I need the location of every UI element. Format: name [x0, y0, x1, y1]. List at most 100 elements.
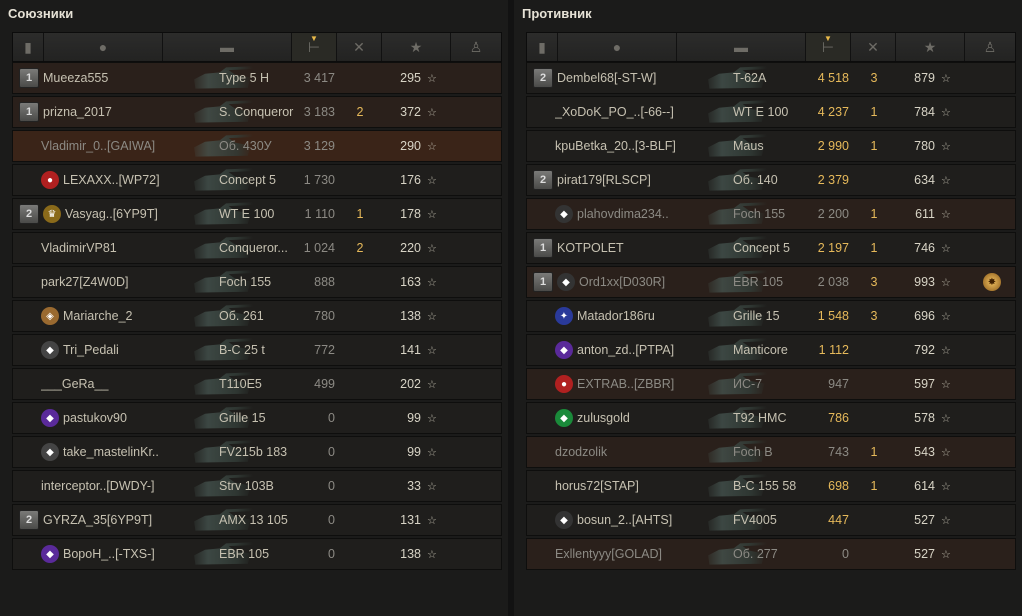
xp-value: 33: [407, 479, 421, 493]
player-row[interactable]: ◆ zulusgold T92 HMC 786 578 ☆: [526, 402, 1016, 434]
player-name: EXTRAB..[ZBBR]: [577, 377, 675, 391]
player-name: Vasyag..[6YP9T]: [65, 207, 158, 221]
xp-column-header[interactable]: ★: [382, 33, 451, 61]
kills-value: 1: [870, 139, 878, 153]
player-row[interactable]: ◆ take_mastelinKr.. FV215b 183 0 99 ☆: [12, 436, 502, 468]
xp-value: 138: [400, 547, 421, 561]
xp-value: 202: [400, 377, 421, 391]
player-row[interactable]: ● LEXAXX..[WP72] Concept 5 1 730 176 ☆: [12, 164, 502, 196]
player-row[interactable]: Exllentyyy[GOLAD] Об. 277 0 527 ☆: [526, 538, 1016, 570]
player-row[interactable]: 1 prizna_2017 S. Conqueror 3 183 2 372 ☆: [12, 96, 502, 128]
enemies-panel: Противник ▮ ● ▬ ▼ ⊢ ✕ ★ ♙ 2 Dembel68[-ST-W…: [514, 0, 1022, 616]
player-row[interactable]: ◆ plahovdima234.. Foch 155 2 200 1 611 ☆: [526, 198, 1016, 230]
player-row[interactable]: ✦ Matador186ru Grille 15 1 548 3 696 ☆: [526, 300, 1016, 332]
damage-value: 3 183: [303, 105, 335, 119]
player-column-header[interactable]: ●: [558, 33, 677, 61]
medal-column-header[interactable]: ♙: [451, 33, 501, 61]
player-row[interactable]: horus72[STAP] B-C 155 58 698 1 614 ☆: [526, 470, 1016, 502]
kills-value: 3: [870, 71, 878, 85]
kills-column-header[interactable]: ✕: [851, 33, 896, 61]
damage-value: 0: [328, 445, 335, 459]
damage-value: 772: [314, 343, 335, 357]
player-row[interactable]: dzodzolik Foch B 743 1 543 ☆: [526, 436, 1016, 468]
kills-value: 1: [870, 105, 878, 119]
vehicle-icon: ▬: [734, 39, 748, 55]
xp-value: 527: [914, 513, 935, 527]
platoon-badge-icon: 2: [19, 510, 39, 530]
player-row[interactable]: ◆ Tri_Pedali B-C 25 t 772 141 ☆: [12, 334, 502, 366]
player-name: Ord1xx[D030R]: [579, 275, 666, 289]
damage-value: 1 548: [817, 309, 849, 323]
star-icon: ☆: [427, 208, 437, 221]
vehicle-name: T-62A: [733, 71, 767, 85]
player-row[interactable]: 1 ◆ Ord1xx[D030R] EBR 105 2 038 3 993 ☆ ✸: [526, 266, 1016, 298]
star-icon: ☆: [941, 412, 951, 425]
platoon-column-header[interactable]: ▮: [13, 33, 44, 61]
xp-value: 784: [914, 105, 935, 119]
player-name: Exllentyyy[GOLAD]: [555, 547, 662, 561]
damage-value: 698: [828, 479, 849, 493]
player-row[interactable]: park27[Z4W0D] Foch 155 888 163 ☆: [12, 266, 502, 298]
damage-column-header[interactable]: ▼ ⊢: [292, 33, 337, 61]
star-icon: ☆: [941, 72, 951, 85]
damage-value: 499: [314, 377, 335, 391]
player-row[interactable]: 1 Mueeza555 Type 5 H 3 417 295 ☆: [12, 62, 502, 94]
player-row[interactable]: 2 ♛ Vasyag..[6YP9T] WT E 100 1 110 1 178 ☆: [12, 198, 502, 230]
player-column-header[interactable]: ●: [44, 33, 163, 61]
vehicle-name: Foch B: [733, 445, 773, 459]
player-name: ___GeRa__: [41, 377, 109, 391]
damage-value: 3 129: [303, 139, 335, 153]
star-icon: ☆: [427, 446, 437, 459]
vehicle-column-header[interactable]: ▬: [163, 33, 292, 61]
kills-column-header[interactable]: ✕: [337, 33, 382, 61]
medal-column-header[interactable]: ♙: [965, 33, 1015, 61]
enemies-header: ▮ ● ▬ ▼ ⊢ ✕ ★ ♙: [526, 32, 1016, 62]
clan-emblem-icon: ◆: [557, 273, 575, 291]
vehicle-name: Foch 155: [219, 275, 272, 289]
xp-value: 780: [914, 139, 935, 153]
damage-value: 1 112: [818, 343, 849, 357]
platoon-badge-icon: 2: [533, 170, 553, 190]
vehicle-name: Maus: [733, 139, 764, 153]
player-name: LEXAXX..[WP72]: [63, 173, 160, 187]
vehicle-name: EBR 105: [219, 547, 270, 561]
ace-medal-icon[interactable]: ✸: [983, 273, 1001, 291]
damage-column-header[interactable]: ▼ ⊢: [806, 33, 851, 61]
player-row[interactable]: ● EXTRAB..[ZBBR] ИС-7 947 597 ☆: [526, 368, 1016, 400]
xp-column-header[interactable]: ★: [896, 33, 965, 61]
clan-emblem-icon: ◆: [41, 409, 59, 427]
star-icon: ☆: [427, 548, 437, 561]
player-row[interactable]: ◆ BopoH_..[-TXS-] EBR 105 0 138 ☆: [12, 538, 502, 570]
star-icon: ☆: [427, 276, 437, 289]
kills-value: 1: [870, 445, 878, 459]
player-row[interactable]: 2 Dembel68[-ST-W] T-62A 4 518 3 879 ☆: [526, 62, 1016, 94]
star-icon: ☆: [941, 480, 951, 493]
xp-star-icon: ★: [409, 38, 423, 55]
star-icon: ☆: [941, 310, 951, 323]
xp-value: 220: [400, 241, 421, 255]
xp-value: 543: [914, 445, 935, 459]
player-row[interactable]: 2 pirat179[RLSCP] Об. 140 2 379 634 ☆: [526, 164, 1016, 196]
player-row[interactable]: 1 KOTPOLET Concept 5 2 197 1 746 ☆: [526, 232, 1016, 264]
player-icon: ●: [612, 39, 622, 55]
player-row[interactable]: kpuBetka_20..[3-BLF] Maus 2 990 1 780 ☆: [526, 130, 1016, 162]
player-row[interactable]: VladimirVP81 Conqueror... 1 024 2 220 ☆: [12, 232, 502, 264]
vehicle-column-header[interactable]: ▬: [677, 33, 806, 61]
medal-icon: ♙: [983, 38, 997, 55]
player-row[interactable]: ◈ Mariarche_2 Об. 261 780 138 ☆: [12, 300, 502, 332]
player-row[interactable]: ◆ anton_zd..[PTPA] Manticore 1 112 792 ☆: [526, 334, 1016, 366]
player-row[interactable]: _XoDoK_PO_..[-66--] WT E 100 4 237 1 784 ☆: [526, 96, 1016, 128]
xp-value: 178: [400, 207, 421, 221]
vehicle-name: Manticore: [733, 343, 788, 357]
xp-value: 879: [914, 71, 935, 85]
platoon-column-header[interactable]: ▮: [527, 33, 558, 61]
player-row[interactable]: interceptor..[DWDY-] Strv 103B 0 33 ☆: [12, 470, 502, 502]
player-row[interactable]: 2 GYRZA_35[6YP9T] AMX 13 105 0 131 ☆: [12, 504, 502, 536]
star-icon: ☆: [941, 514, 951, 527]
player-row[interactable]: ___GeRa__ T110E5 499 202 ☆: [12, 368, 502, 400]
player-name: horus72[STAP]: [555, 479, 639, 493]
player-row[interactable]: ◆ pastukov90 Grille 15 0 99 ☆: [12, 402, 502, 434]
damage-value: 2 990: [817, 139, 849, 153]
player-row[interactable]: Vladimir_0..[GAIWA] Об. 430У 3 129 290 ☆: [12, 130, 502, 162]
player-row[interactable]: ◆ bosun_2..[AHTS] FV4005 447 527 ☆: [526, 504, 1016, 536]
